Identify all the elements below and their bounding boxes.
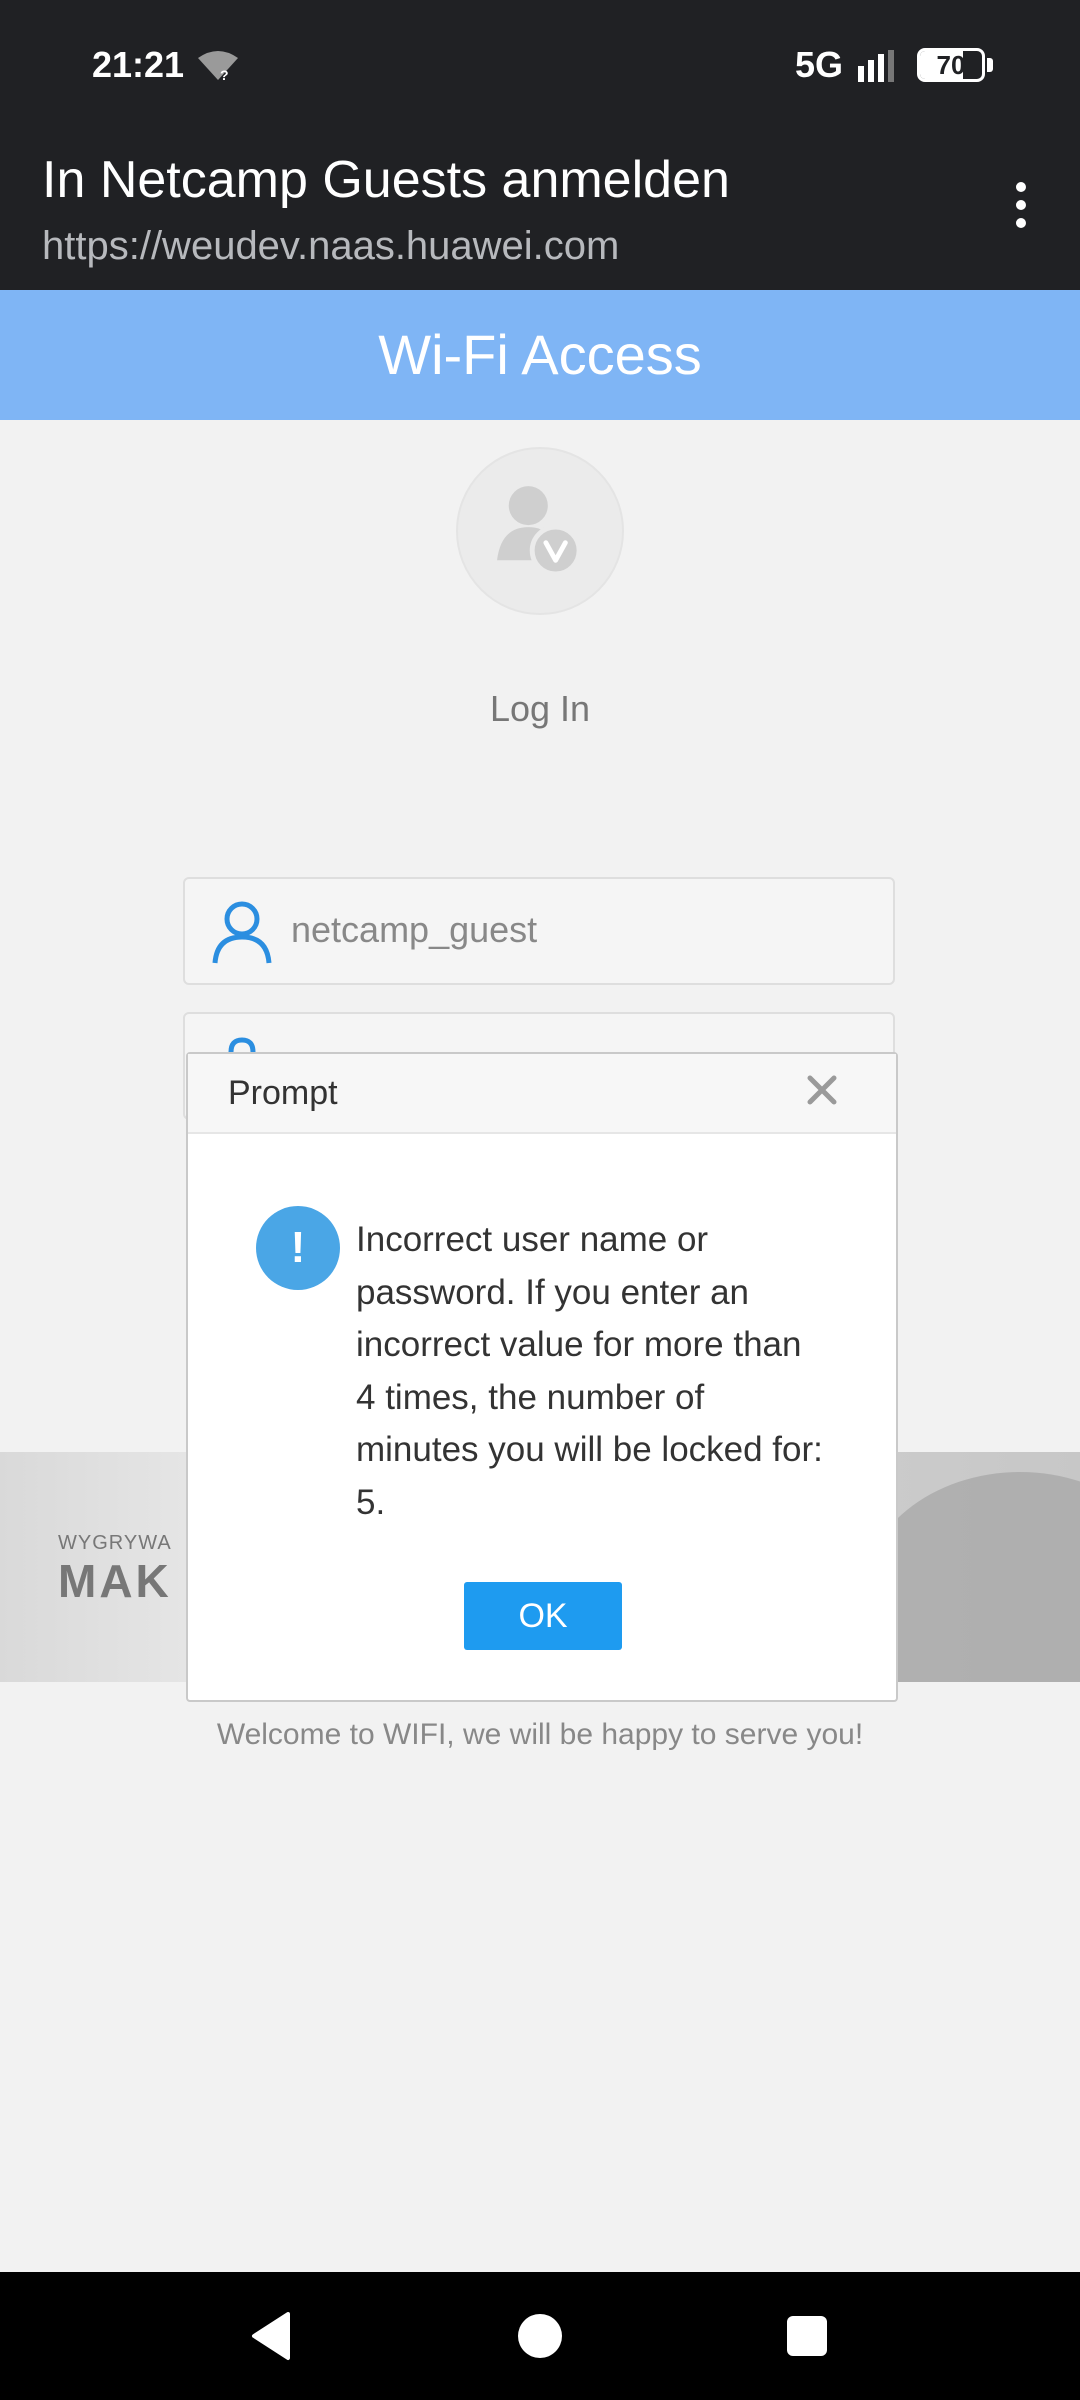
- signal-icon: [858, 50, 894, 82]
- recents-icon[interactable]: [787, 2316, 827, 2356]
- user-icon: [212, 901, 272, 964]
- ok-button[interactable]: OK: [464, 1582, 622, 1650]
- home-icon[interactable]: [518, 2314, 562, 2358]
- alert-icon: !: [256, 1206, 340, 1290]
- page-header: Wi-Fi Access: [0, 290, 1080, 420]
- username-value: netcamp_guest: [291, 909, 538, 950]
- browser-bar: In Netcamp Guests anmelden https://weude…: [0, 132, 1080, 290]
- battery-icon: 70: [917, 48, 985, 82]
- network-type: 5G: [795, 44, 844, 85]
- avatar: [456, 447, 624, 615]
- welcome-text: Welcome to WIFI, we will be happy to ser…: [216, 1718, 864, 1751]
- dialog-message: Incorrect user name or password. If you …: [356, 1220, 823, 1522]
- wifi-unknown-icon: ?: [198, 51, 238, 82]
- battery-level: 70: [936, 50, 966, 80]
- banner-text-large: MAK: [58, 1555, 172, 1607]
- banner-text-small: WYGRYWA: [58, 1532, 172, 1554]
- dialog-title: Prompt: [228, 1074, 338, 1112]
- screen: 21:21 ? 5G 70 In Netcamp Guests anmelden…: [0, 0, 1080, 2400]
- more-vert-icon[interactable]: [1006, 182, 1036, 242]
- back-icon[interactable]: [248, 2310, 292, 2362]
- svg-text:?: ?: [220, 67, 229, 82]
- status-time: 21:21: [92, 44, 185, 85]
- dialog-header: Prompt: [188, 1054, 896, 1134]
- prompt-dialog: Prompt ! Incorrect user name or password…: [186, 1052, 898, 1702]
- user-verified-icon: [497, 486, 582, 577]
- login-title: Log In: [489, 688, 591, 729]
- close-icon[interactable]: [800, 1068, 844, 1112]
- battery-tip: [987, 58, 993, 72]
- username-field[interactable]: netcamp_guest: [183, 877, 895, 985]
- status-bar: 21:21 ? 5G 70: [0, 0, 1080, 132]
- navigation-bar: [0, 2272, 1080, 2400]
- browser-title: In Netcamp Guests anmelden: [42, 151, 730, 209]
- browser-url[interactable]: https://weudev.naas.huawei.com: [42, 224, 619, 269]
